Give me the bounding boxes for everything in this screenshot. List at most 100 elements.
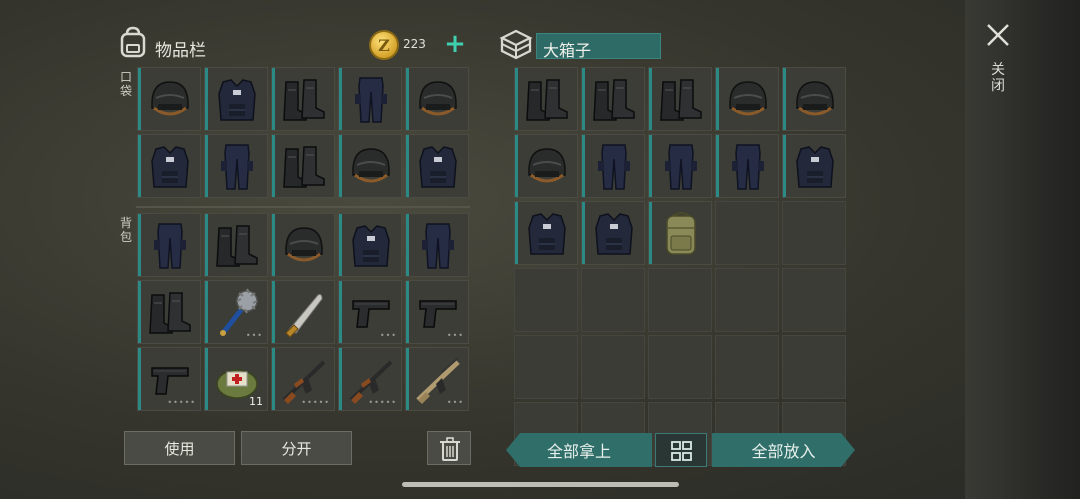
empty-slot[interactable] (715, 268, 779, 332)
item-slot-rifle[interactable]: ••••• (338, 347, 402, 411)
add-coins-button[interactable]: + (443, 30, 467, 58)
box-icon (499, 29, 533, 60)
helmet-icon (729, 81, 767, 116)
helmet-icon (285, 227, 323, 262)
coin-icon: Z (369, 30, 399, 60)
empty-slot[interactable] (782, 335, 846, 399)
durability-dots: ••• (446, 398, 464, 407)
item-slot-backpack[interactable] (648, 201, 712, 265)
trash-button[interactable] (427, 431, 471, 465)
split-button[interactable]: 分开 (241, 431, 352, 465)
pocket-section-label: 口袋 (119, 70, 132, 98)
vest-icon (218, 79, 256, 121)
vest-icon (595, 213, 633, 255)
item-slot-boots[interactable] (204, 213, 268, 277)
helmet-icon (151, 81, 189, 116)
item-slot-helmet[interactable] (715, 67, 779, 131)
pants-icon (154, 223, 186, 269)
durability-dots: ••• (245, 331, 263, 340)
vest-icon (151, 146, 189, 188)
container-title[interactable]: 大箱子 (536, 33, 661, 60)
put-all-button[interactable]: 全部放入 (712, 433, 855, 467)
item-slot-pants[interactable] (715, 134, 779, 198)
helmet-icon (796, 81, 834, 116)
item-slot-rifle[interactable]: ••••• (271, 347, 335, 411)
item-slot-helmet[interactable] (338, 134, 402, 198)
empty-slot[interactable] (715, 335, 779, 399)
pants-icon (732, 144, 764, 190)
helmet-icon (352, 148, 390, 183)
item-slot-boots[interactable] (581, 67, 645, 131)
pants-icon (665, 144, 697, 190)
empty-slot[interactable] (648, 335, 712, 399)
backpack-item-icon (666, 212, 696, 255)
item-slot-helmet[interactable] (405, 67, 469, 131)
empty-slot[interactable] (782, 201, 846, 265)
item-slot-boots[interactable] (137, 280, 201, 344)
item-slot-vest[interactable] (405, 134, 469, 198)
item-slot-vest[interactable] (338, 213, 402, 277)
item-slot-vest[interactable] (782, 134, 846, 198)
item-slot-helmet[interactable] (137, 67, 201, 131)
durability-dots: ••• (446, 331, 464, 340)
item-slot-pistol[interactable]: ••••• (137, 347, 201, 411)
item-slot-boots[interactable] (514, 67, 578, 131)
item-slot-vest[interactable] (204, 67, 268, 131)
boots-icon (660, 79, 702, 121)
item-slot-pistol[interactable]: ••• (405, 280, 469, 344)
empty-slot[interactable] (648, 268, 712, 332)
item-slot-pants[interactable] (137, 213, 201, 277)
close-label[interactable]: 关闭 (990, 62, 1006, 94)
item-slot-vest[interactable] (514, 201, 578, 265)
item-slot-pistol[interactable]: ••• (338, 280, 402, 344)
empty-slot[interactable] (581, 268, 645, 332)
empty-slot[interactable] (581, 335, 645, 399)
item-slot-boots[interactable] (648, 67, 712, 131)
boots-icon (593, 79, 635, 121)
item-slot-pants[interactable] (581, 134, 645, 198)
item-slot-machete[interactable] (271, 280, 335, 344)
right-panel-backdrop (965, 0, 1080, 499)
empty-slot[interactable] (514, 268, 578, 332)
empty-slot[interactable] (782, 268, 846, 332)
vest-icon (352, 225, 390, 267)
item-slot-helmet[interactable] (782, 67, 846, 131)
close-icon[interactable] (985, 22, 1011, 48)
vest-icon (796, 146, 834, 188)
item-slot-boots[interactable] (271, 134, 335, 198)
item-slot-rifle-tan[interactable]: ••• (405, 347, 469, 411)
item-slot-pants[interactable] (204, 134, 268, 198)
machete-icon (285, 294, 323, 338)
boots-icon (283, 146, 325, 188)
pants-icon (598, 144, 630, 190)
boots-icon (216, 225, 258, 267)
item-slot-helmet[interactable] (514, 134, 578, 198)
trash-icon (440, 437, 460, 461)
sort-button[interactable] (655, 433, 707, 467)
use-button[interactable]: 使用 (124, 431, 235, 465)
pants-icon (221, 144, 253, 190)
backpack-icon (120, 26, 146, 58)
item-slot-boots[interactable] (271, 67, 335, 131)
coin-amount: 223 (403, 37, 426, 51)
boots-icon (149, 292, 191, 334)
inventory-title: 物品栏 (155, 41, 206, 61)
item-slot-vest[interactable] (581, 201, 645, 265)
empty-slot[interactable] (514, 335, 578, 399)
boots-icon (526, 79, 568, 121)
item-slot-medkit[interactable]: 11 (204, 347, 268, 411)
item-slot-pants[interactable] (648, 134, 712, 198)
pants-icon (355, 77, 387, 123)
item-count: 11 (249, 395, 263, 408)
pants-icon (422, 223, 454, 269)
empty-slot[interactable] (715, 201, 779, 265)
item-slot-helmet[interactable] (271, 213, 335, 277)
section-divider (136, 206, 470, 208)
item-slot-pants[interactable] (338, 67, 402, 131)
take-all-button[interactable]: 全部拿上 (506, 433, 652, 467)
home-indicator (402, 482, 679, 487)
item-slot-vest[interactable] (137, 134, 201, 198)
item-slot-pants[interactable] (405, 213, 469, 277)
boots-icon (283, 79, 325, 121)
item-slot-mace[interactable]: ••• (204, 280, 268, 344)
